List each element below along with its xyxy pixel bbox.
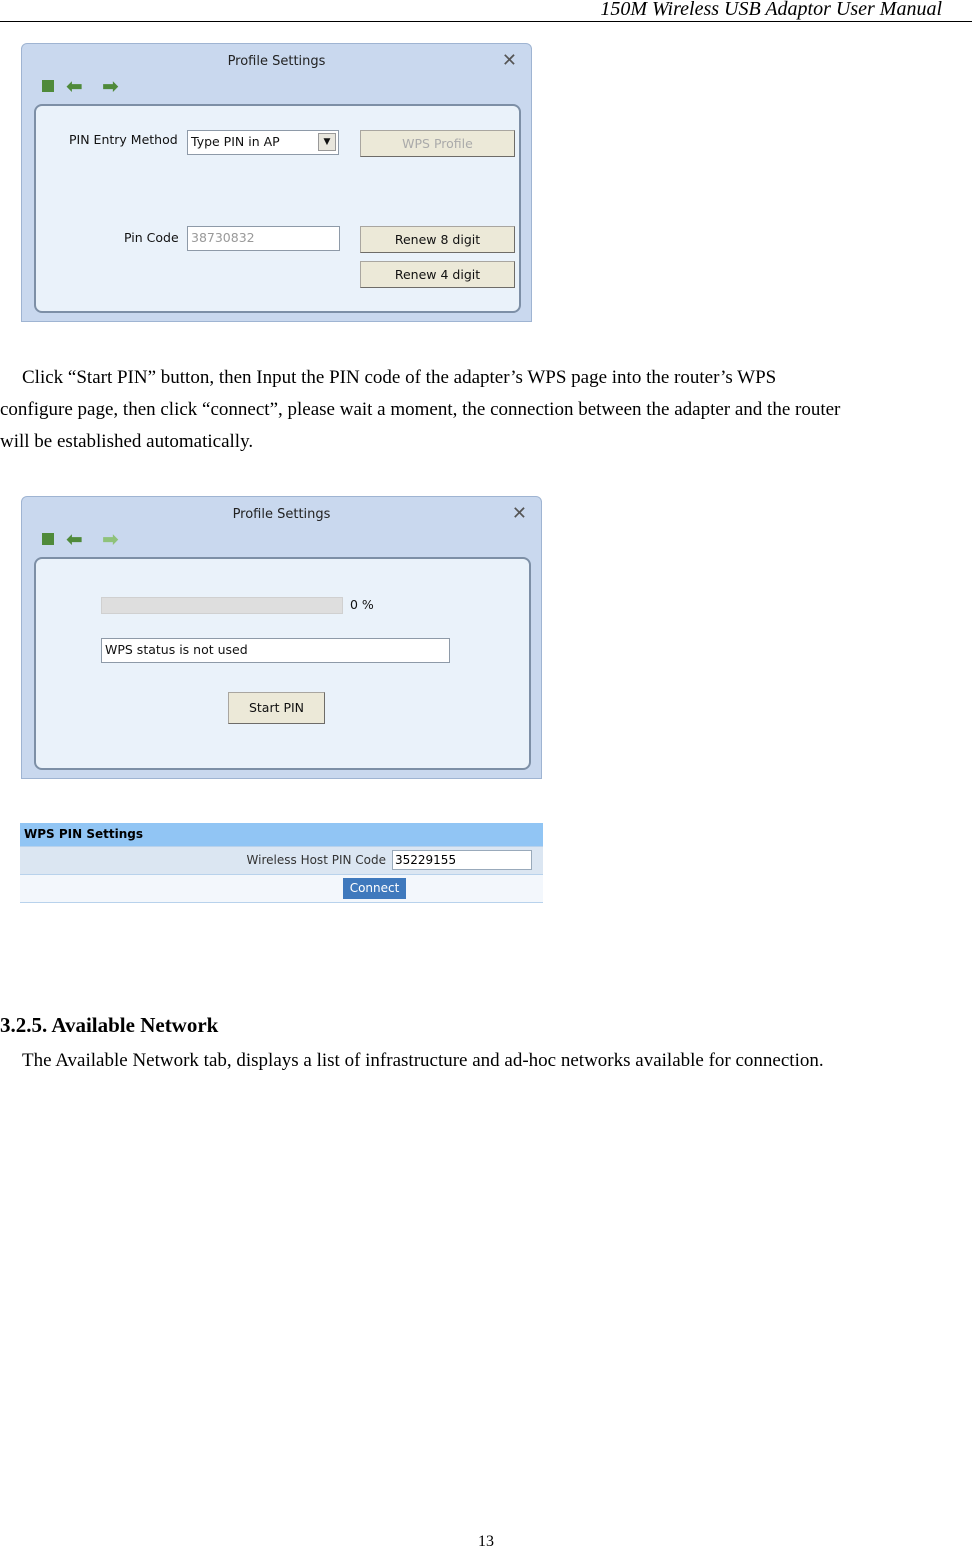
renew-8-digit-button[interactable]: Renew 8 digit (360, 226, 515, 253)
renew-4-digit-button[interactable]: Renew 4 digit (360, 261, 515, 288)
pin-entry-method-value: Type PIN in AP (191, 134, 280, 149)
connect-button[interactable]: Connect (343, 878, 406, 899)
content-panel: 0 % WPS status is not used Start PIN (34, 557, 531, 770)
stop-icon[interactable] (42, 80, 54, 92)
section-text: The Available Network tab, displays a li… (22, 1050, 824, 1071)
progress-percent-label: 0 % (350, 597, 374, 612)
forward-arrow-icon[interactable]: ➡ (102, 74, 119, 98)
section-heading: 3.2.5. Available Network (0, 1013, 219, 1037)
profile-settings-window-2: Profile Settings ✕ ⬅ ➡ 0 % WPS status is… (21, 496, 542, 779)
back-arrow-icon[interactable]: ⬅ (66, 527, 83, 551)
back-arrow-icon[interactable]: ⬅ (66, 74, 83, 98)
forward-arrow-icon: ➡ (102, 527, 119, 551)
start-pin-button[interactable]: Start PIN (228, 692, 325, 724)
profile-settings-window-1: Profile Settings ✕ ⬅ ➡ PIN Entry Method … (21, 43, 532, 322)
close-icon[interactable]: ✕ (502, 50, 517, 71)
page-number: 13 (478, 1533, 494, 1550)
wireless-host-pin-input[interactable]: 35229155 (392, 850, 532, 870)
paragraph-line: configure page, then click “connect”, pl… (0, 399, 841, 420)
paragraph-line: will be established automatically. (0, 431, 254, 452)
manual-title: 150M Wireless USB Adaptor User Manual (600, 0, 942, 20)
window-title: Profile Settings (227, 54, 326, 69)
page-header: 150M Wireless USB Adaptor User Manual (0, 0, 972, 22)
wps-pin-settings-heading: WPS PIN Settings (20, 823, 543, 846)
close-icon[interactable]: ✕ (512, 503, 527, 524)
chevron-down-icon[interactable]: ▼ (318, 133, 336, 151)
pin-entry-method-label: PIN Entry Method (69, 132, 178, 147)
content-panel: PIN Entry Method Type PIN in AP ▼ WPS Pr… (34, 104, 521, 313)
wps-progress-bar (101, 597, 343, 614)
wps-status-field: WPS status is not used (101, 638, 450, 663)
instruction-paragraph: Click “Start PIN” button, then Input the… (0, 362, 972, 458)
stop-icon[interactable] (42, 533, 54, 545)
wps-profile-button[interactable]: WPS Profile (360, 130, 515, 157)
pin-code-field[interactable]: 38730832 (187, 226, 340, 251)
pin-code-row: Wireless Host PIN Code 35229155 (20, 846, 543, 874)
pin-entry-method-select[interactable]: Type PIN in AP ▼ (187, 130, 339, 155)
router-wps-pin-settings: WPS PIN Settings Wireless Host PIN Code … (20, 823, 543, 903)
paragraph-line: Click “Start PIN” button, then Input the… (22, 367, 777, 388)
connect-row: Connect (20, 874, 543, 903)
window-title: Profile Settings (232, 507, 331, 522)
pin-code-label: Pin Code (124, 230, 179, 245)
wireless-host-pin-label: Wireless Host PIN Code (246, 853, 386, 867)
